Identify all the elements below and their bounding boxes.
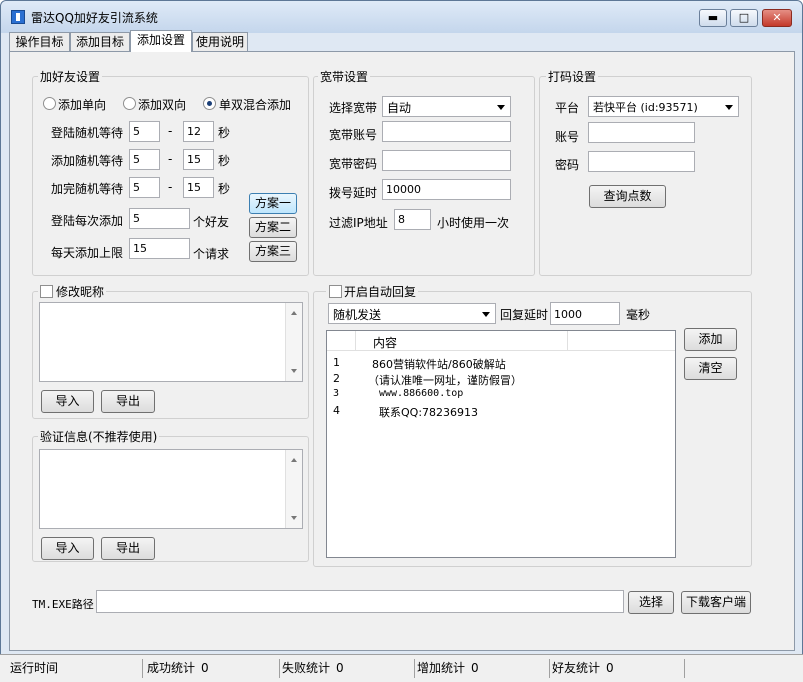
platform-select[interactable]: 若快平台 (id:93571) [588,96,739,117]
reply-add-button[interactable]: 添加 [684,328,737,351]
nickname-export-button[interactable]: 导出 [101,390,155,413]
chevron-down-icon [725,105,733,110]
add-wait-unit: 秒 [218,154,231,168]
login-wait-min[interactable]: 5 [129,121,160,142]
radio-mixed[interactable] [203,97,216,110]
tm-path-label: TM.EXE路径 [32,598,94,611]
status-fail: 失败统计 0 [280,659,415,678]
scroll-up-icon[interactable] [291,458,297,462]
per-login-label: 登陆每次添加 [51,214,124,228]
platform-select-value: 若快平台 (id:93571) [593,101,698,114]
ip-filter-unit: 小时使用一次 [437,216,510,230]
login-wait-dash: - [168,124,173,138]
radio-two-way[interactable] [123,97,136,110]
broadband-group-label: 宽带设置 [318,68,371,85]
radio-two-way-label: 添加双向 [138,98,187,112]
plan-one-button[interactable]: 方案一 [249,193,297,214]
reply-delay-label: 回复延时 [500,308,549,322]
done-wait-min[interactable]: 5 [129,177,160,198]
daily-limit-input[interactable]: 15 [129,238,190,259]
platform-label: 平台 [555,101,580,115]
reply-list-header: 内容 [327,331,675,351]
captcha-group-label: 打码设置 [546,68,599,85]
nickname-import-button[interactable]: 导入 [41,390,94,413]
status-success: 成功统计 0 [145,659,280,678]
reply-mode-value: 随机发送 [333,308,382,322]
nickname-scrollbar[interactable] [285,303,302,381]
tm-path-input[interactable] [96,590,624,613]
captcha-password-label: 密码 [555,158,580,172]
add-wait-label: 添加随机等待 [51,154,124,168]
broadband-select-value: 自动 [387,101,412,115]
verify-group-label: 验证信息(不推荐使用) [38,428,160,445]
login-wait-label: 登陆随机等待 [51,126,124,140]
radio-one-way-label: 添加单向 [58,98,107,112]
ip-filter-label: 过滤IP地址 [329,216,388,230]
verify-import-button[interactable]: 导入 [41,537,94,560]
reply-mode-select[interactable]: 随机发送 [328,303,496,324]
nickname-textarea[interactable] [39,302,303,382]
verify-textarea[interactable] [39,449,303,529]
captcha-password-input[interactable] [588,151,695,172]
daily-limit-unit: 个请求 [193,247,230,261]
add-friend-group-label: 加好友设置 [38,68,103,85]
scroll-down-icon[interactable] [291,369,297,373]
captcha-account-label: 账号 [555,130,580,144]
status-increase: 增加统计 0 [415,659,550,678]
reply-delay-input[interactable]: 1000 [550,302,620,325]
plan-three-button[interactable]: 方案三 [249,241,297,262]
broadband-account-label: 宽带账号 [329,128,378,142]
broadband-password-input[interactable] [382,150,511,171]
radio-mixed-label: 单双混合添加 [219,98,292,112]
add-wait-dash: - [168,152,173,166]
verify-export-button[interactable]: 导出 [101,537,155,560]
login-wait-unit: 秒 [218,126,231,140]
chevron-down-icon [482,312,490,317]
add-wait-min[interactable]: 5 [129,149,160,170]
tab-add-settings[interactable]: 添加设置 [130,30,192,52]
auto-reply-checkbox[interactable] [329,285,342,298]
nickname-checkbox[interactable] [40,285,53,298]
download-client-button[interactable]: 下载客户端 [681,591,751,614]
broadband-account-input[interactable] [382,121,511,142]
reply-delay-unit: 毫秒 [626,308,651,322]
done-wait-dash: - [168,180,173,194]
status-friends: 好友统计 0 [550,659,685,678]
dial-delay-label: 拨号延时 [329,186,378,200]
verify-scrollbar[interactable] [285,450,302,528]
per-login-unit: 个好友 [193,215,230,229]
radio-one-way[interactable] [43,97,56,110]
status-run-time: 运行时间 [8,659,143,678]
plan-two-button[interactable]: 方案二 [249,217,297,238]
add-wait-max[interactable]: 15 [183,149,214,170]
chevron-down-icon [497,105,505,110]
per-login-input[interactable]: 5 [129,208,190,229]
tm-select-button[interactable]: 选择 [628,591,674,614]
query-points-button[interactable]: 查询点数 [589,185,666,208]
reply-list-column-content[interactable]: 内容 [373,334,397,351]
status-bar: 运行时间 成功统计 0 失败统计 0 增加统计 0 好友统计 0 [0,654,803,682]
done-wait-unit: 秒 [218,182,231,196]
daily-limit-label: 每天添加上限 [51,246,124,260]
captcha-account-input[interactable] [588,122,695,143]
broadband-password-label: 宽带密码 [329,157,378,171]
broadband-select[interactable]: 自动 [382,96,511,117]
done-wait-label: 加完随机等待 [51,182,124,196]
dial-delay-input[interactable]: 10000 [382,179,511,200]
done-wait-max[interactable]: 15 [183,177,214,198]
ip-filter-input[interactable]: 8 [394,209,431,230]
scroll-up-icon[interactable] [291,311,297,315]
reply-clear-button[interactable]: 清空 [684,357,737,380]
scroll-down-icon[interactable] [291,516,297,520]
login-wait-max[interactable]: 12 [183,121,214,142]
broadband-select-label: 选择宽带 [329,101,378,115]
reply-list[interactable]: 内容 1 860营销软件站/860破解站 2 （请认准唯一网址，谨防假冒） 3 www… [326,330,676,558]
